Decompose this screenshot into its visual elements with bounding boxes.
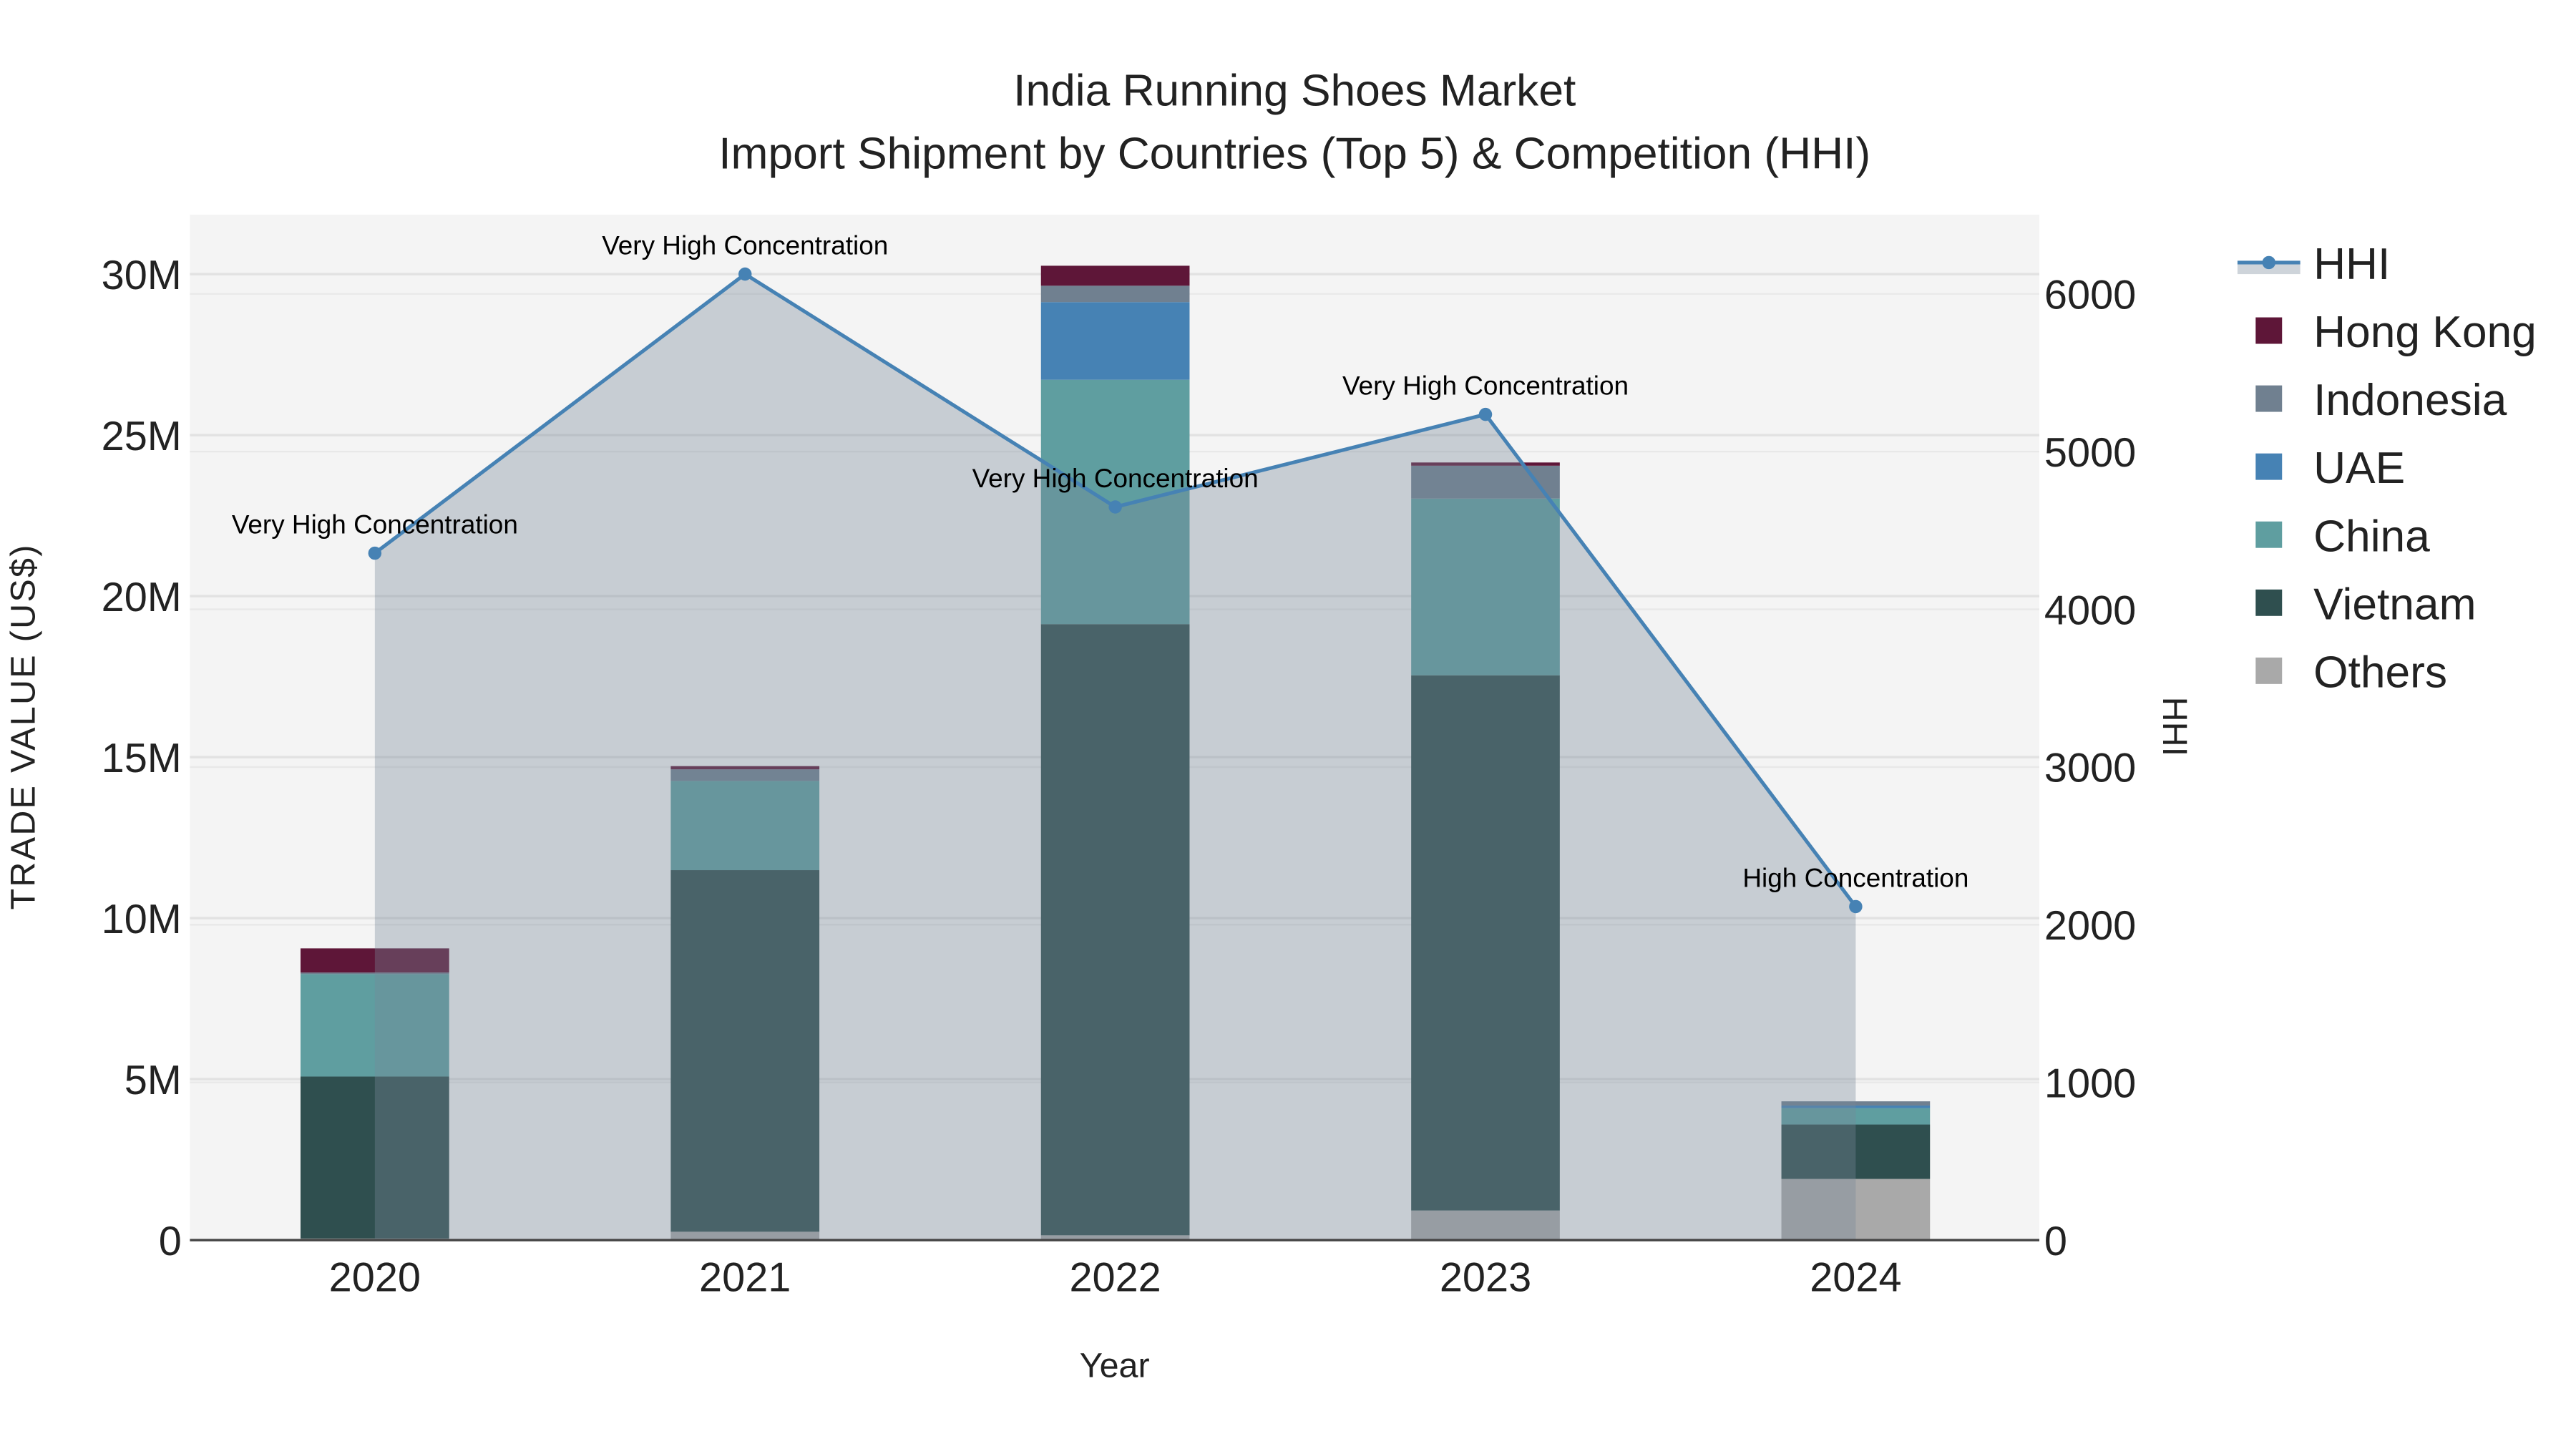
hhi-point-2020 <box>368 546 382 560</box>
y-tick-label: 15M <box>102 736 182 781</box>
legend-label-china: China <box>2313 512 2430 561</box>
y2-tick-label: 5000 <box>2044 430 2136 476</box>
y-tick-label: 30M <box>102 253 182 298</box>
hhi-annotation-2020: Very High Concentration <box>232 509 518 539</box>
y2-axis-ticks: 0 1000 2000 3000 4000 5000 6000 <box>2044 273 2136 1264</box>
x-tick-label: 2020 <box>329 1255 421 1301</box>
legend-swatch-hhi-marker <box>2262 255 2275 270</box>
legend-label-uae: UAE <box>2313 444 2405 493</box>
y-tick-label: 25M <box>102 414 182 459</box>
hhi-annotation-2023: Very High Concentration <box>1342 371 1629 400</box>
y-axis-label: TRADE VALUE (US$) <box>4 543 42 909</box>
y-tick-label: 10M <box>102 897 182 942</box>
legend-label-others: Others <box>2313 648 2447 697</box>
y-axis-ticks: 0 5M 10M 15M 20M 25M 30M <box>102 253 182 1264</box>
hhi-point-2021 <box>738 267 752 281</box>
chart: India Running Shoes Market Import Shipme… <box>4 67 2537 1385</box>
y2-tick-label: 0 <box>2044 1219 2067 1264</box>
y-tick-label: 0 <box>159 1219 182 1264</box>
legend-swatch-china <box>2255 521 2283 548</box>
y2-tick-label: 3000 <box>2044 746 2136 791</box>
hhi-point-2023 <box>1478 407 1493 421</box>
hhi-point-2022 <box>1108 500 1122 514</box>
hhi-annotation-2024: High Concentration <box>1742 863 1968 892</box>
legend-label-hong-kong: Hong Kong <box>2313 308 2537 357</box>
y2-tick-label: 4000 <box>2044 587 2136 633</box>
y2-tick-label: 2000 <box>2044 903 2136 949</box>
y2-tick-label: 6000 <box>2044 273 2136 318</box>
legend: HHI Hong Kong Indonesia UAE China Vietnam Othe… <box>2237 240 2537 697</box>
x-axis-label: Year <box>1080 1347 1150 1385</box>
legend-label-hhi: HHI <box>2313 240 2390 289</box>
x-axis-ticks: 2020 2021 2022 2023 2024 <box>329 1255 1902 1301</box>
legend-swatch-vietnam <box>2255 589 2283 616</box>
bar-hong-kong-2022 <box>1040 265 1190 286</box>
chart-title-line1: India Running Shoes Market <box>1013 67 1576 116</box>
bar-uae-2022 <box>1040 302 1190 380</box>
x-tick-label: 2021 <box>699 1255 791 1301</box>
bar-indonesia-2022 <box>1040 286 1190 303</box>
legend-swatch-indonesia <box>2255 385 2283 412</box>
legend-swatch-others <box>2255 657 2283 684</box>
chart-title-line2: Import Shipment by Countries (Top 5) & C… <box>718 129 1870 178</box>
x-tick-label: 2022 <box>1069 1255 1161 1301</box>
hhi-annotation-2021: Very High Concentration <box>602 230 888 260</box>
hhi-point-2024 <box>1849 899 1863 914</box>
x-tick-label: 2023 <box>1440 1255 1531 1301</box>
legend-label-vietnam: Vietnam <box>2313 580 2476 629</box>
y-tick-label: 20M <box>102 575 182 620</box>
legend-swatch-hong-kong <box>2255 317 2283 344</box>
legend-label-indonesia: Indonesia <box>2313 376 2507 425</box>
y-tick-label: 5M <box>125 1058 182 1103</box>
x-tick-label: 2024 <box>1810 1255 1901 1301</box>
y2-axis-label: HHI <box>2155 697 2194 756</box>
legend-swatch-uae <box>2255 453 2283 480</box>
hhi-annotation-2022: Very High Concentration <box>972 464 1259 493</box>
y2-tick-label: 1000 <box>2044 1060 2136 1106</box>
